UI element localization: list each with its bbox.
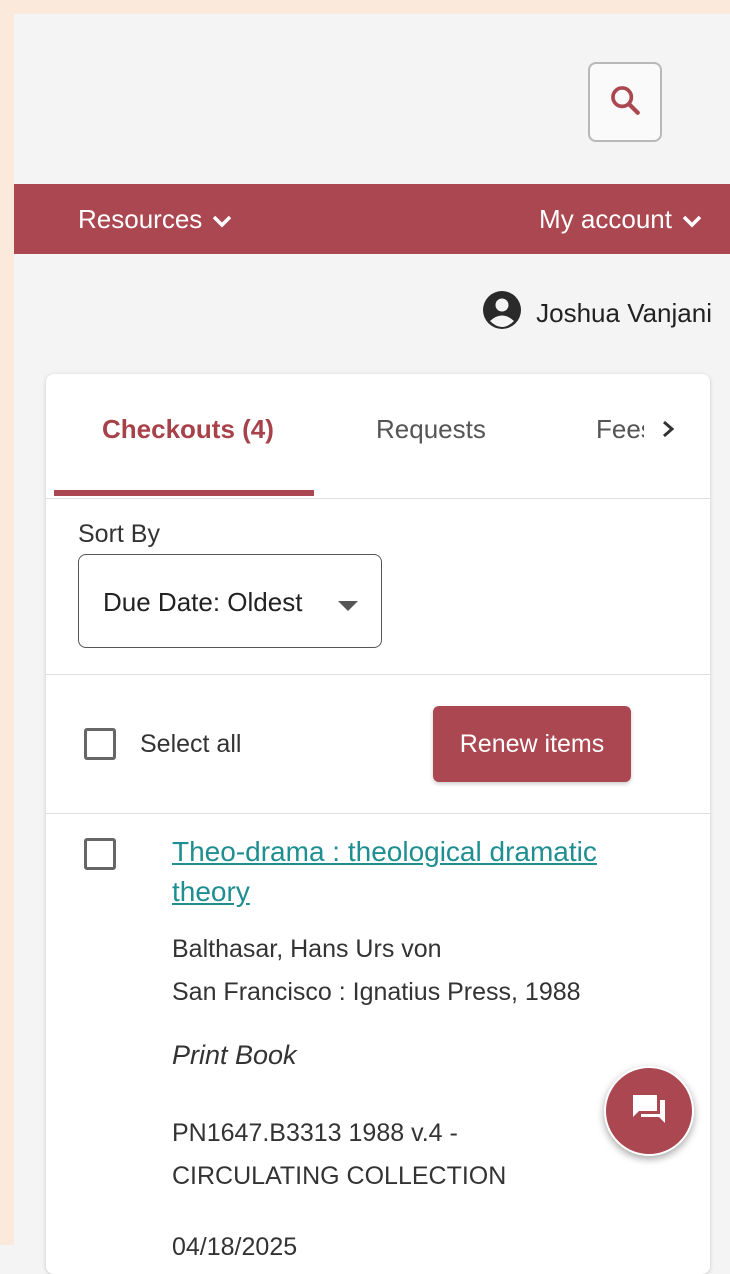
- item-title-link[interactable]: Theo-drama : theological dramatic theory: [172, 832, 672, 912]
- tab-checkouts[interactable]: Checkouts (4): [102, 414, 274, 445]
- chevron-down-icon: [212, 204, 232, 235]
- item-call-number: PN1647.B3313 1988 v.4 -: [172, 1119, 458, 1147]
- select-all-label: Select all: [140, 730, 242, 758]
- tab-requests[interactable]: Requests: [376, 414, 486, 445]
- active-tab-indicator: [54, 490, 314, 496]
- chevron-right-icon: [660, 420, 676, 444]
- divider: [46, 674, 710, 675]
- item-title-line: Theo-drama : theological dramatic: [172, 836, 597, 867]
- chat-button[interactable]: [604, 1066, 694, 1156]
- nav-resources-label: Resources: [78, 204, 203, 234]
- user-menu[interactable]: Joshua Vanjani: [482, 290, 712, 337]
- account-circle-icon: [482, 290, 522, 337]
- sort-selected-value: Due Date: Oldest: [103, 587, 303, 617]
- item-author: Balthasar, Hans Urs von: [172, 935, 442, 963]
- select-all-checkbox[interactable]: [84, 728, 116, 760]
- main-navbar: Resources My account: [14, 184, 730, 254]
- account-card: Checkouts (4) Requests Fees Sort By Due …: [46, 374, 710, 1274]
- tabs-scroll-right-button[interactable]: [660, 418, 676, 445]
- user-name: Joshua Vanjani: [536, 298, 712, 328]
- item-collection: CIRCULATING COLLECTION: [172, 1162, 507, 1190]
- nav-account-label: My account: [539, 204, 672, 234]
- item-publisher: San Francisco : Ignatius Press, 1988: [172, 978, 581, 1006]
- nav-resources[interactable]: Resources: [78, 204, 232, 235]
- item-due-date: 04/18/2025: [172, 1233, 298, 1261]
- search-button[interactable]: [588, 62, 662, 142]
- divider: [46, 813, 710, 814]
- tab-fees[interactable]: Fees: [596, 414, 644, 445]
- nav-my-account[interactable]: My account: [539, 204, 702, 235]
- page-edge-left: [0, 0, 14, 1245]
- caret-down-icon: [337, 599, 359, 617]
- search-icon: [608, 83, 642, 122]
- item-checkbox[interactable]: [84, 838, 116, 870]
- renew-items-button[interactable]: Renew items: [433, 706, 631, 782]
- chevron-down-icon: [682, 204, 702, 235]
- sort-by-label: Sort By: [78, 520, 160, 548]
- sort-select[interactable]: Due Date: Oldest: [78, 554, 382, 648]
- page-edge-top: [0, 0, 730, 14]
- item-title-line: theory: [172, 876, 250, 907]
- item-format: Print Book: [172, 1040, 297, 1070]
- account-tabs: Checkouts (4) Requests Fees: [46, 374, 710, 499]
- chat-icon: [629, 1091, 669, 1132]
